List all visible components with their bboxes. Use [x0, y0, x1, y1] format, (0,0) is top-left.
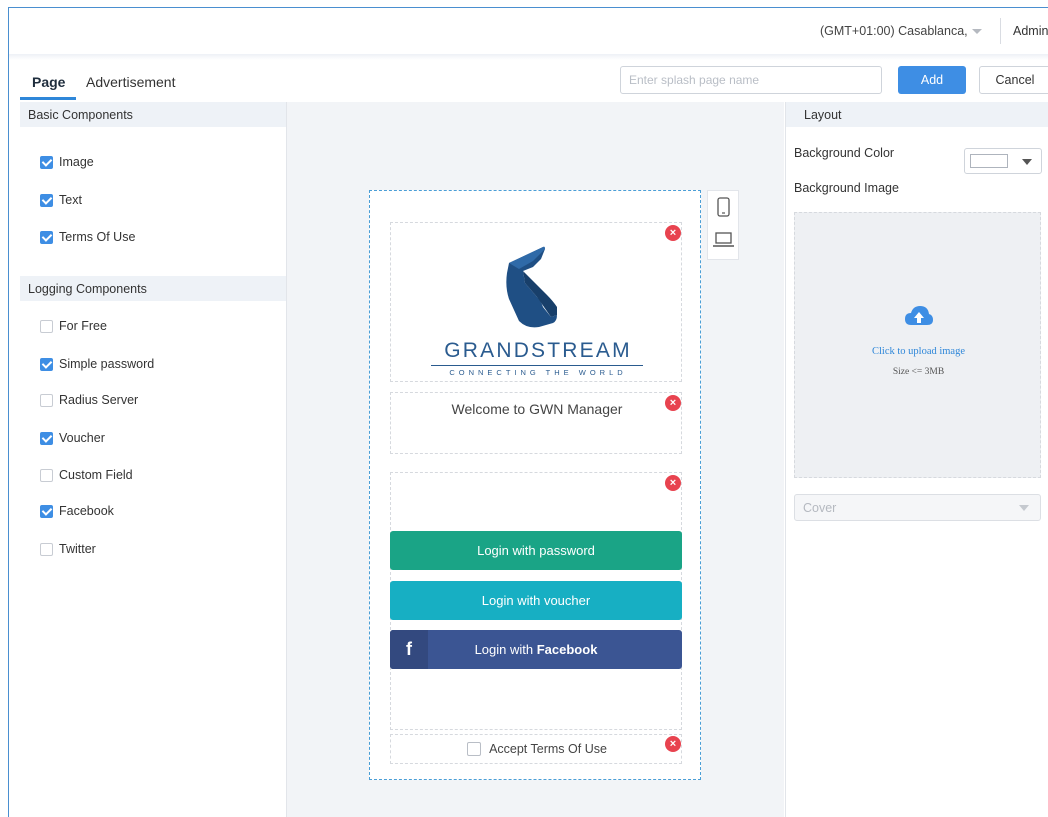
chevron-down-icon	[1019, 505, 1029, 511]
close-circle-icon[interactable]: ×	[665, 225, 681, 241]
checkbox-text[interactable]: Text	[40, 193, 82, 207]
checkbox-checked-icon[interactable]	[40, 357, 53, 371]
layout-panel: Layout Background Color Background Image…	[785, 102, 1048, 817]
accept-terms-row[interactable]: Accept Terms Of Use	[391, 735, 683, 763]
device-switcher	[707, 190, 739, 260]
select-value: Cover	[803, 501, 837, 515]
close-circle-icon[interactable]: ×	[665, 736, 681, 752]
checkbox-unchecked-icon[interactable]	[40, 468, 53, 482]
upload-size-limit: Size <= 3MB	[892, 367, 945, 377]
checkbox-label: Image	[59, 155, 94, 169]
checkbox-image[interactable]: Image	[40, 155, 94, 169]
color-swatch	[970, 154, 1008, 168]
checkbox-label: For Free	[59, 319, 107, 333]
mobile-device-icon[interactable]	[717, 197, 730, 217]
facebook-button-brand: Facebook	[536, 642, 598, 657]
topbar-shadow	[9, 54, 1048, 60]
active-tab-indicator	[20, 97, 76, 100]
checkbox-voucher[interactable]: Voucher	[40, 431, 105, 445]
checkbox-unchecked-icon[interactable]	[40, 393, 53, 407]
components-panel: Basic Components Image Text Terms Of Use…	[20, 102, 287, 817]
background-fit-select[interactable]: Cover	[794, 494, 1041, 521]
image-component[interactable]: GRANDSTREAM CONNECTING THE WORLD ×	[390, 222, 682, 382]
welcome-text: Welcome to GWN Manager	[451, 401, 623, 417]
background-image-upload[interactable]: Click to upload image Size <= 3MB	[794, 212, 1041, 478]
tab-page[interactable]: Page	[32, 74, 65, 90]
checkbox-label: Terms Of Use	[59, 230, 136, 244]
chevron-down-icon[interactable]	[972, 29, 982, 34]
checkbox-label: Custom Field	[59, 468, 133, 482]
close-circle-icon[interactable]: ×	[665, 395, 681, 411]
grandstream-logo: GRANDSTREAM CONNECTING THE WORLD	[391, 237, 683, 377]
splash-preview: GRANDSTREAM CONNECTING THE WORLD × Welco…	[369, 190, 701, 780]
checkbox-label: Twitter	[59, 542, 96, 556]
checkbox-unchecked-icon[interactable]	[40, 542, 53, 556]
background-image-label: Background Image	[794, 181, 899, 195]
checkbox-facebook[interactable]: Facebook	[40, 504, 114, 518]
facebook-icon: f	[390, 630, 428, 669]
device-icons	[713, 197, 734, 247]
text-component[interactable]: Welcome to GWN Manager ×	[390, 392, 682, 454]
checkbox-checked-icon[interactable]	[40, 230, 53, 244]
upload-instruction[interactable]: Click to upload image	[795, 346, 1042, 357]
background-color-picker[interactable]	[964, 148, 1042, 174]
add-button[interactable]: Add	[898, 66, 966, 94]
checkbox-radius-server[interactable]: Radius Server	[40, 393, 138, 407]
checkbox-label: Radius Server	[59, 393, 139, 407]
terms-component[interactable]: Accept Terms Of Use ×	[390, 734, 682, 764]
checkbox-twitter[interactable]: Twitter	[40, 542, 96, 556]
cancel-button[interactable]: Cancel	[979, 66, 1048, 94]
login-with-password-button[interactable]: Login with password	[390, 531, 682, 570]
accept-terms-label: Accept Terms Of Use	[489, 742, 607, 756]
divider	[1000, 18, 1001, 44]
checkbox-checked-icon[interactable]	[40, 193, 53, 207]
checkbox-for-free[interactable]: For Free	[40, 319, 107, 333]
layout-header: Layout	[786, 102, 1048, 127]
facebook-button-prefix: Login with	[474, 642, 537, 657]
login-with-facebook-button[interactable]: f Login with Facebook	[390, 630, 682, 669]
user-menu[interactable]: Admin	[1013, 24, 1048, 38]
logo-rule	[431, 365, 643, 366]
cloud-upload-icon	[905, 306, 933, 325]
checkbox-unchecked-icon[interactable]	[40, 319, 53, 333]
logo-tagline: CONNECTING THE WORLD	[449, 368, 627, 377]
checkbox-label: Voucher	[59, 431, 105, 445]
checkbox-label: Facebook	[59, 504, 114, 518]
laptop-icon[interactable]	[713, 232, 734, 247]
app-frame: (GMT+01:00) Casablanca, Admin Page Adver…	[8, 7, 1048, 817]
grandstream-logo-mark-icon	[506, 246, 557, 328]
checkbox-terms-of-use[interactable]: Terms Of Use	[40, 230, 135, 244]
top-bar: (GMT+01:00) Casablanca, Admin	[9, 8, 1048, 55]
login-with-voucher-button[interactable]: Login with voucher	[390, 581, 682, 620]
basic-components-header: Basic Components	[20, 102, 286, 127]
checkbox-checked-icon[interactable]	[40, 504, 53, 518]
checkbox-custom-field[interactable]: Custom Field	[40, 468, 133, 482]
chevron-down-icon	[1022, 159, 1032, 165]
close-circle-icon[interactable]: ×	[665, 475, 681, 491]
checkbox-checked-icon[interactable]	[40, 431, 53, 445]
splash-page-name-input[interactable]	[620, 66, 882, 94]
tab-advertisement[interactable]: Advertisement	[86, 74, 175, 90]
checkbox-checked-icon[interactable]	[40, 155, 53, 169]
timezone-selector[interactable]: (GMT+01:00) Casablanca,	[820, 24, 968, 38]
logo-wordmark: GRANDSTREAM	[444, 339, 632, 362]
checkbox-simple-password[interactable]: Simple password	[40, 357, 154, 371]
logging-components-header: Logging Components	[20, 276, 286, 301]
checkbox-label: Text	[59, 193, 82, 207]
checkbox-label: Simple password	[59, 357, 155, 371]
checkbox-unchecked-icon[interactable]	[467, 742, 482, 756]
background-color-label: Background Color	[794, 146, 895, 160]
